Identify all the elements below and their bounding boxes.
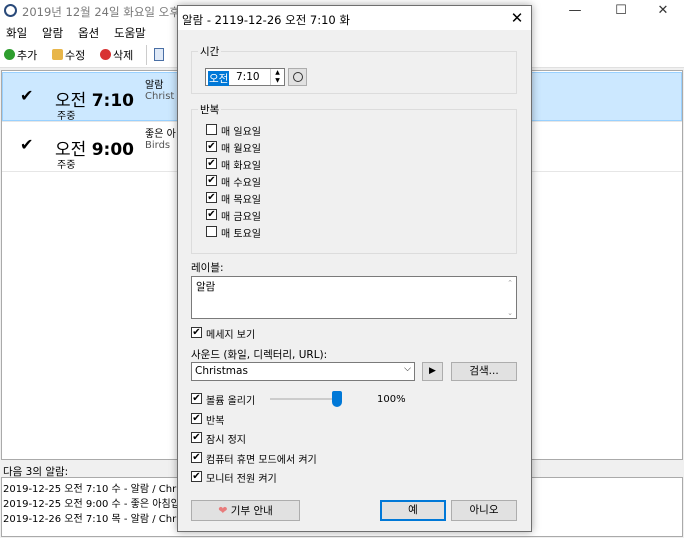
clock-icon [4, 4, 17, 17]
next-alarm-line: 2019-12-25 오전 9:00 수 - 좋은 아침입 [3, 499, 180, 510]
close-button[interactable]: ✕ [640, 0, 684, 22]
edit-label: 수정 [65, 49, 86, 62]
alarm-desc-1: Christ [145, 91, 175, 102]
repeat-sound-checkbox[interactable]: ✔ [191, 413, 202, 424]
day-label-saturday: 매 토요일 [221, 229, 261, 240]
next-alarm-line: 2019-12-25 오전 7:10 수 - 알람 / Christ [3, 484, 189, 495]
no-button[interactable]: 아니오 [451, 500, 517, 521]
yes-button[interactable]: 예 [380, 500, 446, 521]
snooze-label: 잠시 정지 [206, 435, 246, 446]
time-ampm-field[interactable]: 오전 [208, 71, 230, 86]
play-sound-button[interactable]: ▶ [422, 362, 443, 381]
alarm-enabled-check-1[interactable]: ✔ [20, 86, 33, 105]
main-window-title: 2019년 12월 24일 화요일 오후 [22, 5, 180, 19]
browse-button[interactable]: 검색... [451, 362, 517, 381]
dialog-close-button[interactable]: ✕ [505, 8, 529, 28]
alarm-time-value-2: 9:00 [91, 140, 134, 160]
play-icon: ▶ [429, 366, 436, 376]
label-textarea[interactable]: 알람 ⌃ ⌄ [191, 276, 517, 319]
minimize-button[interactable]: — [552, 0, 598, 22]
menu-options[interactable]: 옵션 [78, 25, 99, 41]
toolbar-divider [146, 45, 147, 65]
wake-from-sleep-checkbox[interactable]: ✔ [191, 452, 202, 463]
sound-caption: 사운드 (화일, 디렉터리, URL): [191, 349, 328, 361]
volume-up-checkbox[interactable]: ✔ [191, 393, 202, 404]
snooze-checkbox[interactable]: ✔ [191, 432, 202, 443]
copy-icon[interactable] [154, 48, 164, 61]
wake-from-sleep-label: 컴퓨터 휴면 모드에서 켜기 [206, 455, 317, 466]
next-alarm-line: 2019-12-26 오전 7:10 목 - 알람 / Christ [3, 514, 189, 525]
day-checkbox-sunday[interactable] [206, 124, 217, 135]
add-button[interactable]: 추가 [4, 47, 37, 63]
label-caption: 레이블: [191, 262, 224, 274]
repeat-group-label: 반복 [200, 104, 220, 116]
scroll-down-icon[interactable]: ⌄ [507, 309, 513, 317]
alarm-repeat-1: 주중 [57, 111, 76, 122]
menu-file[interactable]: 화일 [6, 25, 27, 41]
day-label-thursday: 매 목요일 [221, 195, 261, 206]
day-label-wednesday: 매 수요일 [221, 178, 261, 189]
monitor-on-label: 모니터 전원 켜기 [206, 474, 277, 485]
donate-button[interactable]: ❤ 기부 안내 [191, 500, 300, 521]
day-checkbox-thursday[interactable]: ✔ [206, 192, 217, 203]
volume-slider-thumb[interactable] [332, 391, 342, 407]
repeat-sound-label: 반복 [206, 416, 225, 427]
alarm-desc-2: Birds [145, 140, 171, 151]
time-value-field[interactable]: 7:10 [236, 71, 260, 83]
sound-select[interactable]: Christmas ⌵ [191, 362, 415, 381]
volume-up-label: 볼륨 올리기 [206, 396, 256, 407]
donate-label: 기부 안내 [230, 505, 273, 517]
delete-label: 삭제 [113, 49, 134, 62]
dialog-title: 알람 - 2119-12-26 오전 7:10 화 [182, 13, 350, 27]
edit-icon [52, 49, 63, 60]
day-label-tuesday: 매 화요일 [221, 161, 261, 172]
show-message-label: 메세지 보기 [206, 330, 256, 341]
day-checkbox-monday[interactable]: ✔ [206, 141, 217, 152]
time-input[interactable]: 오전 7:10 ▲ ▼ [205, 68, 285, 86]
day-checkbox-wednesday[interactable]: ✔ [206, 175, 217, 186]
day-label-monday: 매 월요일 [221, 144, 261, 155]
alarm-label-2: 좋은 아 [145, 129, 176, 140]
time-group-label: 시간 [200, 46, 220, 58]
day-label-sunday: 매 일요일 [221, 127, 261, 138]
show-message-checkbox[interactable]: ✔ [191, 327, 202, 338]
add-icon [4, 49, 15, 60]
alarm-dialog: 알람 - 2119-12-26 오전 7:10 화 ✕ 시간 오전 7:10 ▲… [177, 5, 532, 532]
day-checkbox-saturday[interactable] [206, 226, 217, 237]
chevron-down-icon: ⌵ [404, 364, 411, 374]
alarm-repeat-2: 주중 [57, 160, 76, 171]
day-checkbox-tuesday[interactable]: ✔ [206, 158, 217, 169]
maximize-button[interactable]: ☐ [598, 0, 644, 22]
scroll-up-icon[interactable]: ⌃ [507, 279, 513, 287]
alarm-enabled-check-2[interactable]: ✔ [20, 135, 33, 154]
add-label: 추가 [17, 49, 38, 62]
day-checkbox-friday[interactable]: ✔ [206, 209, 217, 220]
volume-value: 100% [377, 394, 406, 405]
day-label-friday: 매 금요일 [221, 212, 261, 223]
label-text: 알람 [196, 281, 216, 293]
alarm-label-1: 알람 [145, 80, 164, 91]
time-picker-button[interactable] [288, 68, 307, 86]
clock-icon [293, 72, 303, 82]
heart-icon: ❤ [218, 504, 228, 517]
sound-value: Christmas [195, 365, 248, 377]
delete-icon [100, 49, 111, 60]
monitor-on-checkbox[interactable]: ✔ [191, 471, 202, 482]
time-spinner[interactable]: ▲ ▼ [270, 69, 284, 85]
delete-button[interactable]: 삭제 [100, 47, 133, 63]
volume-slider-track[interactable] [270, 398, 340, 400]
alarm-time-value-1: 7:10 [91, 91, 134, 111]
menu-alarm[interactable]: 알람 [42, 25, 63, 41]
edit-button[interactable]: 수정 [52, 47, 85, 63]
menu-help[interactable]: 도움말 [114, 25, 146, 41]
